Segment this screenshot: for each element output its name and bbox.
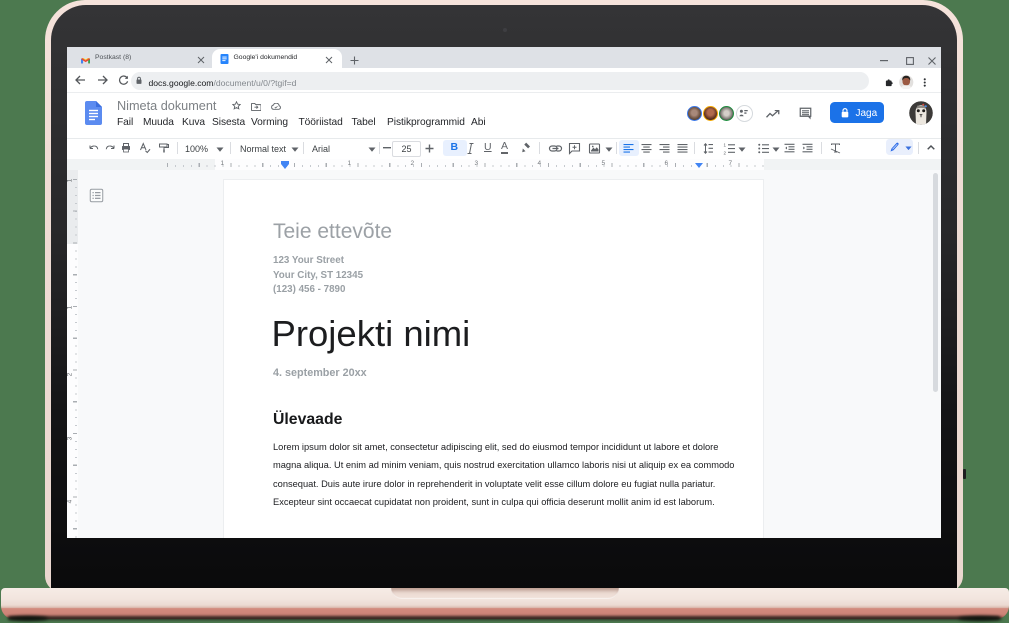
svg-text:1: 1	[723, 142, 726, 147]
svg-text:2: 2	[723, 150, 726, 155]
